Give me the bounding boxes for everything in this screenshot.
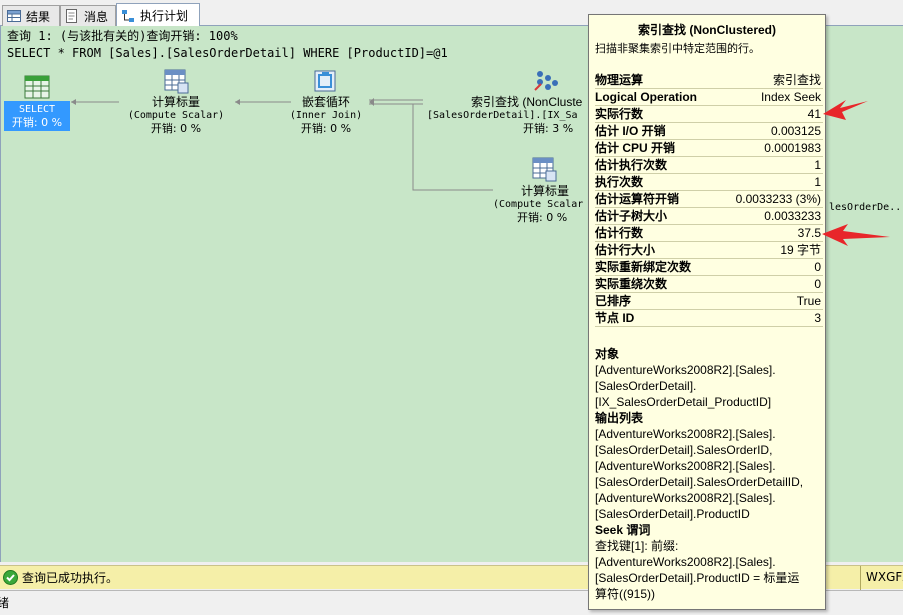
arrow-actual-rows-icon [823, 100, 868, 120]
annotation-arrows [822, 100, 890, 246]
arrow-estimated-rows-icon [822, 224, 890, 246]
